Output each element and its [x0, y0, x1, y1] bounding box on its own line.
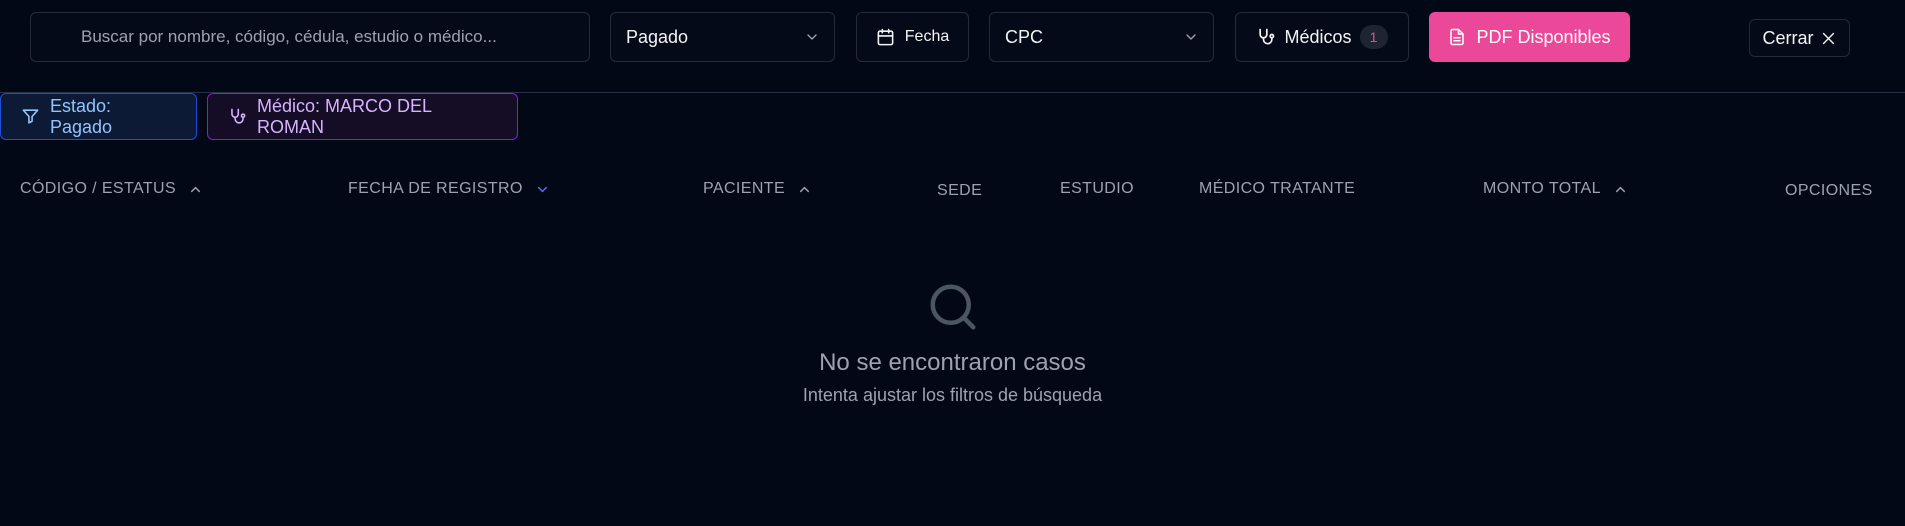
column-branch: SEDE [937, 182, 982, 200]
column-patient-label: PACIENTE [703, 180, 786, 197]
branch-select[interactable]: CPC [989, 12, 1214, 62]
table-header: CÓDIGO / ESTATUS FECHA DE REGISTRO PACIE… [0, 170, 1905, 212]
column-patient[interactable]: PACIENTE [703, 180, 812, 198]
chevron-down-icon [804, 29, 820, 45]
column-branch-label: SEDE [937, 182, 983, 199]
search-icon [926, 280, 980, 334]
status-filter-chip[interactable]: Estado: Pagado [0, 93, 197, 140]
column-study-label: ESTUDIO [1060, 180, 1134, 197]
column-code-status[interactable]: CÓDIGO / ESTATUS [20, 180, 203, 198]
search-input[interactable] [81, 27, 589, 47]
column-treating-doctor: MÉDICO TRATANTE [1199, 180, 1355, 198]
chevron-up-icon [797, 182, 812, 197]
toolbar: Pagado Fecha CPC Médicos 1 PDF Disponibl… [0, 0, 1905, 93]
pdf-available-label: PDF Disponibles [1476, 26, 1611, 47]
doctors-filter-button[interactable]: Médicos 1 [1235, 12, 1409, 62]
close-label: Cerrar [1762, 27, 1814, 48]
stethoscope-icon [228, 107, 247, 126]
branch-select-value: CPC [1005, 26, 1044, 47]
document-icon [1448, 28, 1466, 46]
close-icon [1820, 30, 1837, 47]
column-options: OPCIONES [1785, 182, 1873, 200]
column-total-amount-label: MONTO TOTAL [1483, 180, 1601, 197]
column-options-label: OPCIONES [1785, 182, 1873, 199]
empty-state-subtitle: Intenta ajustar los filtros de búsqueda [802, 385, 1103, 405]
column-registration-date-label: FECHA DE REGISTRO [348, 180, 523, 197]
column-total-amount[interactable]: MONTO TOTAL [1483, 180, 1628, 198]
close-button[interactable]: Cerrar [1749, 19, 1850, 57]
chevron-up-icon [1613, 182, 1628, 197]
empty-state: No se encontraron casos Intenta ajustar … [0, 280, 1905, 406]
stethoscope-icon [1256, 27, 1276, 47]
doctor-filter-label: Médico: MARCO DEL ROMAN [257, 95, 432, 137]
search-box[interactable] [30, 12, 590, 62]
column-study: ESTUDIO [1060, 180, 1134, 198]
chevron-down-icon [535, 182, 550, 197]
column-registration-date[interactable]: FECHA DE REGISTRO [348, 180, 550, 198]
doctors-filter-label: Médicos [1284, 26, 1352, 47]
column-code-status-label: CÓDIGO / ESTATUS [20, 180, 177, 197]
date-filter-label: Fecha [904, 28, 950, 45]
pdf-available-button[interactable]: PDF Disponibles [1429, 12, 1630, 62]
date-filter-button[interactable]: Fecha [856, 12, 969, 62]
calendar-icon [876, 28, 895, 47]
status-select[interactable]: Pagado [610, 12, 835, 62]
doctor-filter-chip[interactable]: Médico: MARCO DEL ROMAN [207, 93, 518, 140]
chevron-down-icon [1183, 29, 1199, 45]
status-select-value: Pagado [626, 26, 689, 47]
status-filter-label: Estado: Pagado [50, 95, 113, 137]
chevron-up-icon [188, 182, 203, 197]
empty-state-title: No se encontraron casos [819, 349, 1086, 376]
column-treating-doctor-label: MÉDICO TRATANTE [1199, 180, 1356, 197]
doctors-count-badge: 1 [1359, 25, 1388, 49]
filter-icon [21, 107, 40, 126]
